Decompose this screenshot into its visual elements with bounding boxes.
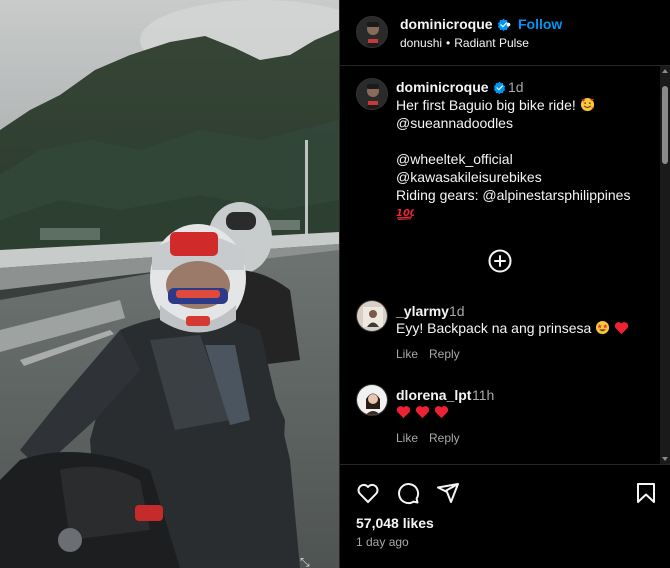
comment-reply-button[interactable]: Reply [429, 347, 460, 361]
svg-text:⤡: ⤡ [300, 555, 310, 568]
scroll-up-arrow-icon[interactable] [662, 69, 668, 73]
comment-time[interactable]: 11h [472, 387, 494, 403]
scrollbar-thumb[interactable] [662, 86, 668, 164]
comment-text: Eyy! Backpack na ang prinsesa [396, 320, 629, 336]
comment-like-button[interactable]: Like [396, 431, 418, 445]
caption-line-4[interactable]: @wheeltek_official [396, 151, 513, 167]
caption-author[interactable]: dominicroque [396, 79, 506, 95]
comment-bubble-icon[interactable] [396, 481, 420, 505]
comment-username[interactable]: dlorena_lpt [396, 387, 471, 403]
caption-line-2[interactable]: @sueannadoodles [396, 115, 513, 131]
caption-line-1-text: Her first Baguio big bike ride! [396, 97, 576, 113]
red-heart-icon [396, 406, 411, 419]
caption-line-7: 100 [396, 205, 414, 221]
red-heart-icon [434, 406, 448, 419]
post-header: dominicroque • Follow donushi • Radiant Pu… [340, 0, 670, 66]
like-heart-icon[interactable] [356, 481, 380, 505]
caption-time[interactable]: 1d [508, 79, 524, 95]
verified-badge-icon [493, 81, 505, 94]
comment-text-content: Eyy! Backpack na ang prinsesa [396, 320, 592, 336]
comments-scroll-area[interactable]: dominicroque 1d Her first Baguio big bik… [340, 66, 670, 464]
header-separator: • [506, 16, 511, 32]
post-photo[interactable]: ⤡ [0, 0, 339, 568]
hundred-points-icon: 100 [396, 208, 414, 220]
post-timestamp[interactable]: 1 day ago [356, 535, 409, 549]
red-heart-icon [415, 406, 430, 419]
author-avatar[interactable] [356, 16, 388, 48]
comment-like-button[interactable]: Like [396, 347, 418, 361]
post-audio[interactable]: Radiant Pulse [454, 36, 529, 50]
caption-line-6[interactable]: Riding gears: @alpinestarsphilippines [396, 187, 630, 203]
red-heart-icon [614, 322, 629, 335]
star-struck-icon [596, 320, 610, 335]
caption-line-1: Her first Baguio big bike ride! [396, 97, 595, 113]
comment-avatar[interactable] [356, 384, 388, 416]
post-actions-footer: 57,048 likes 1 day ago [340, 464, 670, 568]
comment-reply-button[interactable]: Reply [429, 431, 460, 445]
follow-button[interactable]: Follow [518, 16, 562, 32]
bookmark-icon[interactable] [634, 481, 658, 505]
post-location[interactable]: donushi [400, 36, 442, 50]
likes-count[interactable]: 57,048 likes [356, 515, 434, 531]
smiling-face-with-hearts-icon [580, 97, 594, 112]
header-subtitle: donushi • Radiant Pulse [400, 36, 529, 50]
comment-time[interactable]: 1d [449, 303, 465, 319]
add-comment-icon[interactable] [488, 249, 512, 273]
author-username-text[interactable]: dominicroque [400, 16, 493, 32]
caption-author-text[interactable]: dominicroque [396, 79, 489, 95]
comments-scrollbar[interactable] [660, 66, 670, 464]
scroll-down-arrow-icon[interactable] [662, 457, 668, 461]
author-username[interactable]: dominicroque [400, 16, 510, 32]
share-send-icon[interactable] [436, 481, 460, 505]
caption-line-5[interactable]: @kawasakileisurebikes [396, 169, 542, 185]
post-details-panel: dominicroque • Follow donushi • Radiant Pu… [339, 0, 670, 568]
subtitle-separator: • [446, 36, 451, 50]
comment-avatar[interactable] [356, 300, 388, 332]
caption-author-avatar[interactable] [356, 78, 388, 110]
comment-text [396, 404, 449, 420]
comment-username[interactable]: _ylarmy [396, 303, 449, 319]
